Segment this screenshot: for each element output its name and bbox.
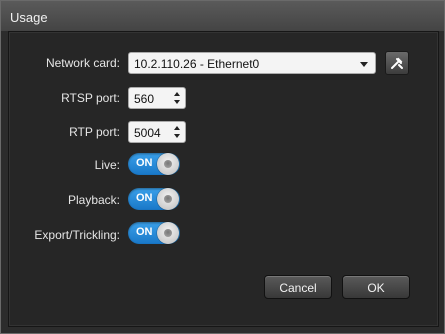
toggle-knob[interactable] — [157, 222, 179, 244]
rtp-port-spinner[interactable]: 5004 — [128, 121, 186, 143]
network-card-label: Network card: — [45, 56, 120, 70]
toggle-state: ON — [136, 192, 153, 204]
rtsp-port-label: RTSP port: — [61, 91, 120, 105]
network-card-value: 10.2.110.26 - Ethernet0 — [134, 57, 260, 71]
export-trickling-toggle[interactable]: ON — [128, 222, 180, 244]
toggle-knob[interactable] — [157, 153, 179, 175]
playback-label: Playback: — [67, 193, 120, 207]
chevron-down-icon — [360, 62, 368, 67]
tools-icon — [391, 57, 403, 69]
toggle-knob[interactable] — [157, 188, 179, 210]
export-trickling-label: Export/Trickling: — [34, 228, 120, 242]
network-tools-button[interactable] — [385, 51, 409, 75]
playback-toggle[interactable]: ON — [128, 188, 180, 210]
rtsp-port-spinner[interactable]: 560 — [128, 87, 186, 109]
spin-up-icon[interactable] — [174, 126, 180, 130]
rtsp-port-value: 560 — [134, 92, 155, 106]
dialog-title: Usage — [10, 10, 48, 25]
cancel-button[interactable]: Cancel — [264, 275, 332, 299]
toggle-state: ON — [136, 226, 153, 238]
rtp-port-value: 5004 — [134, 126, 161, 140]
title-bar: Usage — [1, 1, 444, 31]
live-label: Live: — [94, 158, 120, 172]
spin-up-icon[interactable] — [174, 92, 180, 96]
toggle-state: ON — [136, 157, 153, 169]
live-toggle[interactable]: ON — [128, 153, 180, 175]
network-card-dropdown[interactable]: 10.2.110.26 - Ethernet0 — [128, 52, 376, 74]
rtp-port-label: RTP port: — [69, 125, 120, 139]
spin-down-icon[interactable] — [174, 134, 180, 138]
ok-button[interactable]: OK — [342, 275, 410, 299]
spin-down-icon[interactable] — [174, 100, 180, 104]
